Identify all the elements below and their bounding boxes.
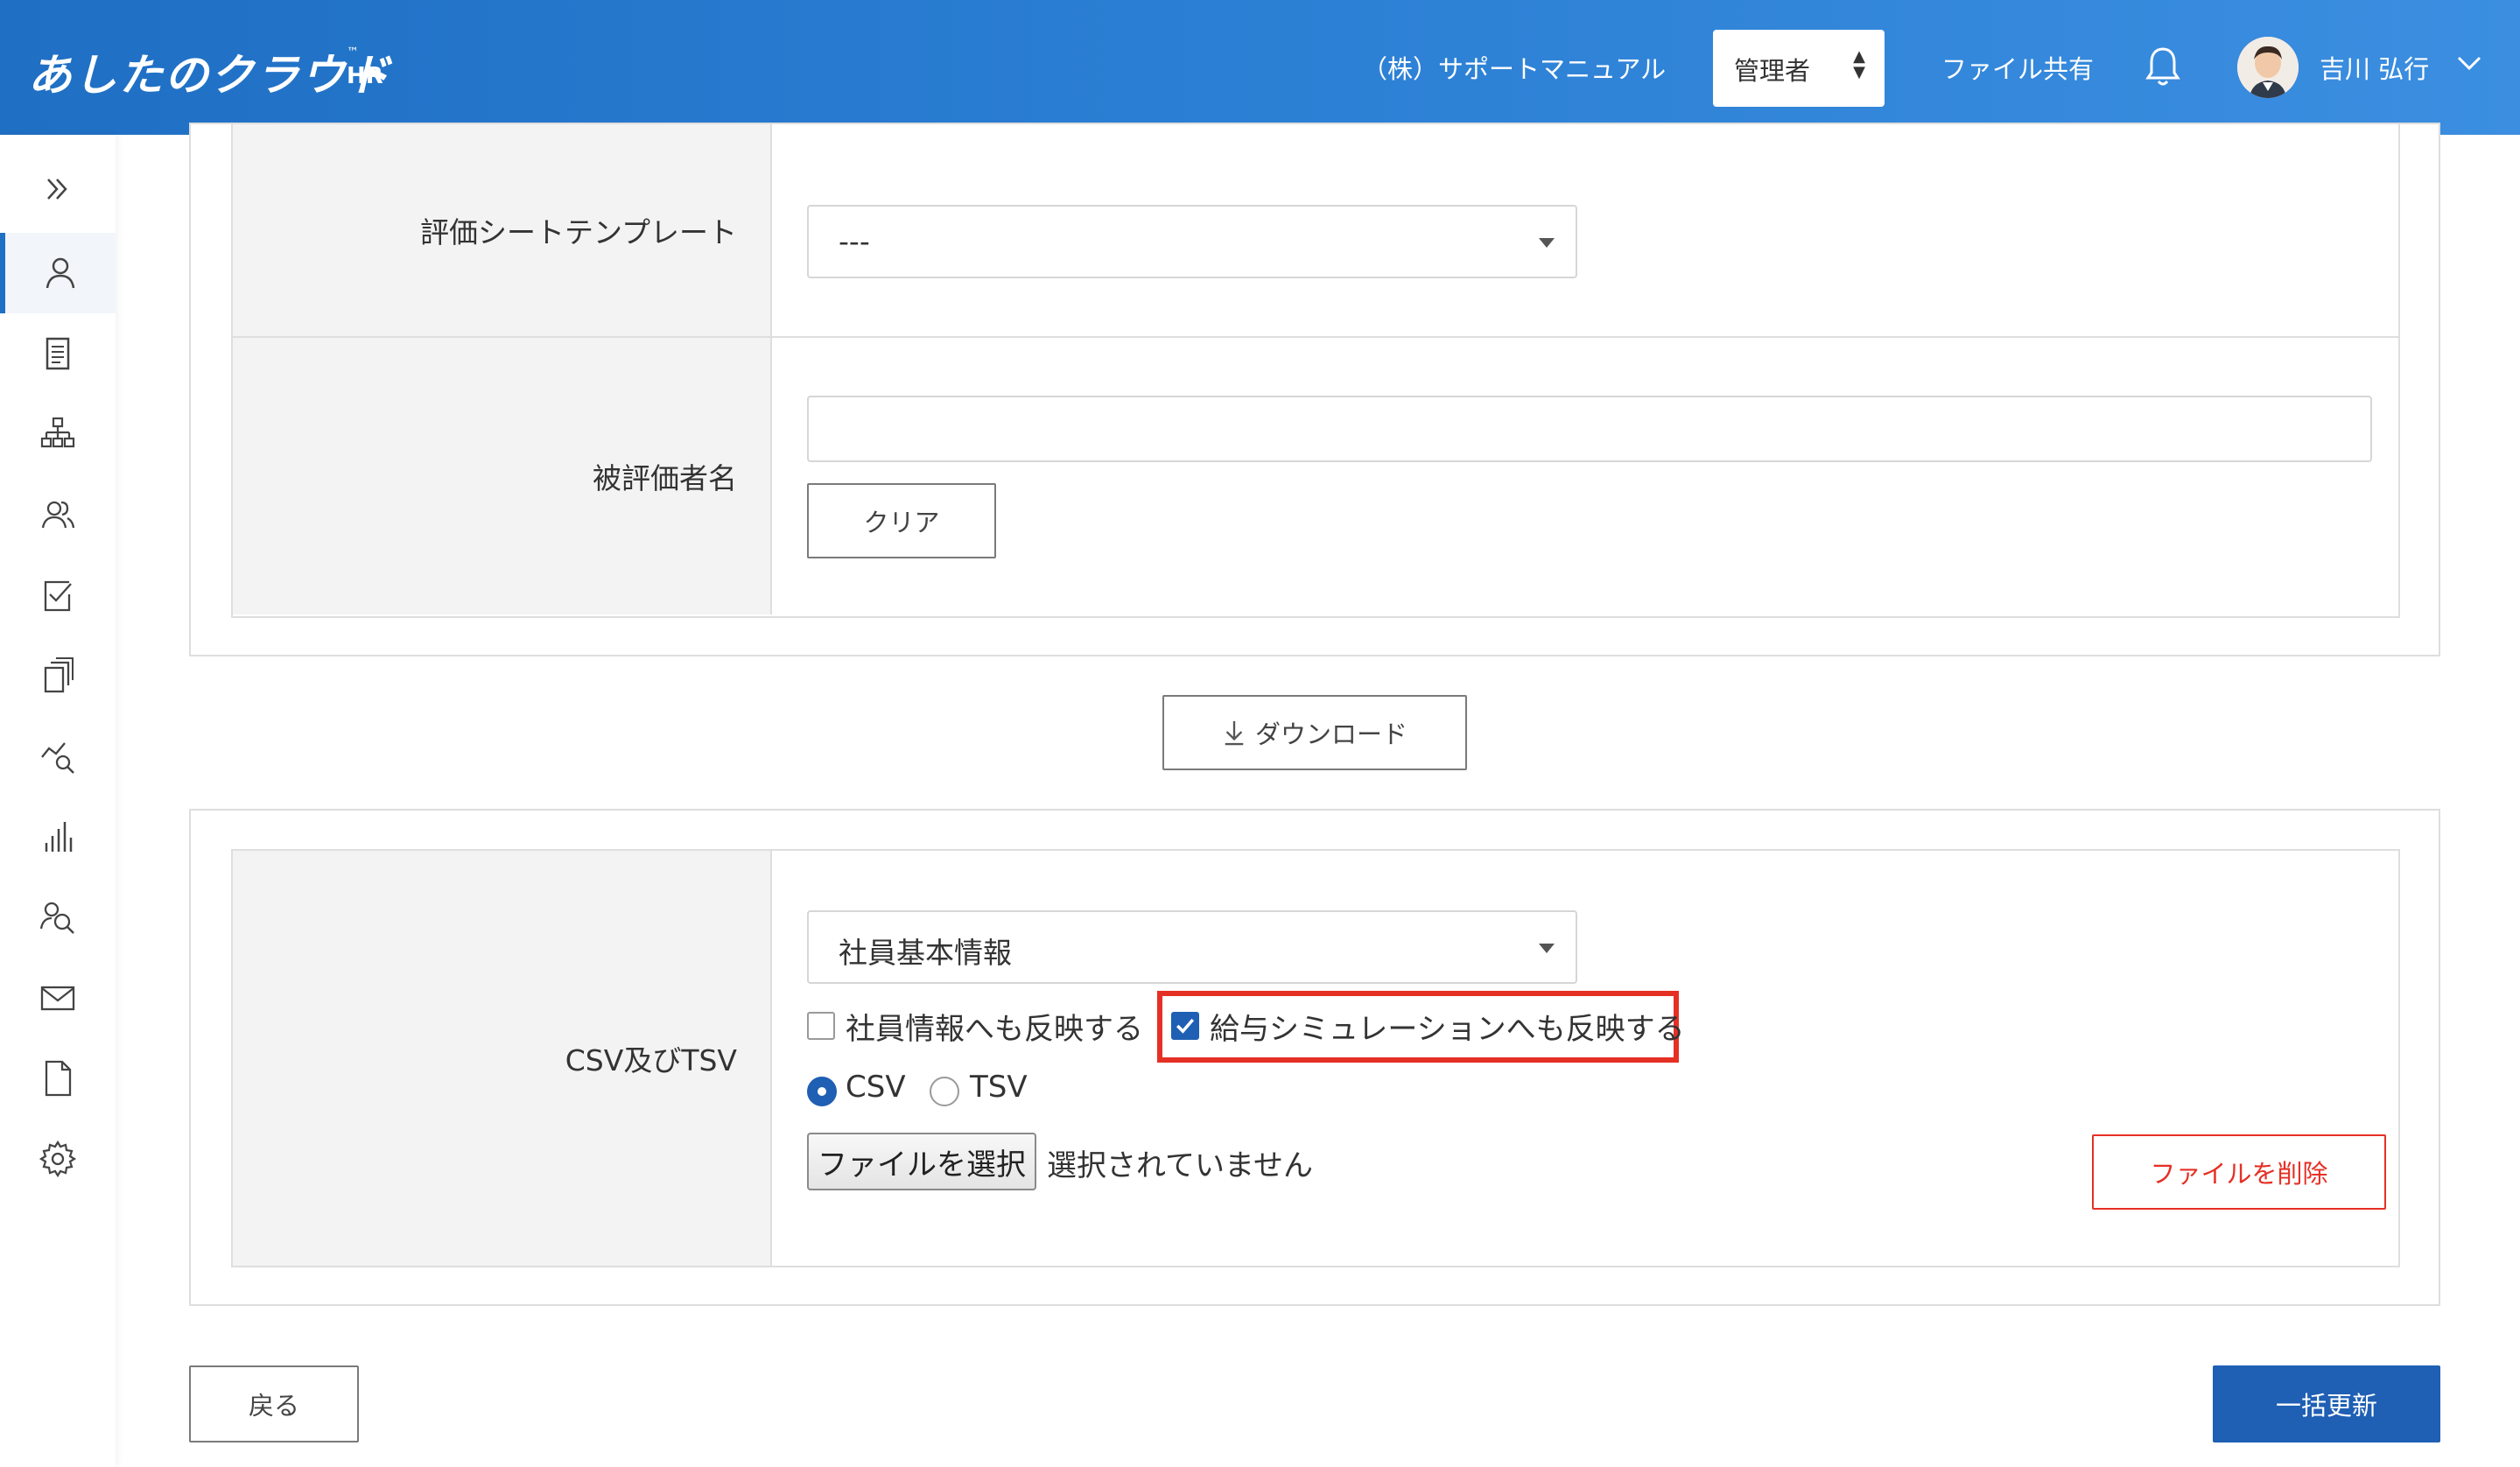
data-type-select-value: 社員基本情報	[839, 936, 1012, 970]
bell-icon[interactable]	[2144, 46, 2181, 89]
logo-suffix: HR	[347, 63, 383, 89]
template-row: 評価シートテンプレート ---	[233, 124, 2398, 336]
choose-file-button[interactable]: ファイルを選択	[807, 1133, 1036, 1190]
sidebar	[0, 135, 116, 1467]
updown-arrows-icon: ▲ ▼	[1853, 47, 1865, 81]
user-icon	[46, 257, 75, 289]
role-select[interactable]: 管理者 ▲ ▼	[1713, 30, 1885, 107]
file-icon	[45, 1060, 72, 1097]
template-select-value: ---	[839, 224, 870, 258]
document-icon	[46, 337, 70, 370]
data-type-select[interactable]: 社員基本情報	[807, 910, 1577, 984]
app-logo[interactable]: あしたのクラウド	[28, 40, 392, 103]
org-chart-icon	[40, 417, 75, 448]
evaluatee-row: 被評価者名 クリア	[233, 336, 2398, 614]
caret-down-icon	[1539, 238, 1555, 248]
analytics-search-icon	[41, 742, 74, 774]
sidebar-item-users[interactable]	[0, 474, 116, 555]
app-header: あしたのクラウド ™ HR （株）サポートマニュアル 管理者 ▲ ▼ ファイル共有…	[0, 0, 2520, 135]
delete-file-button[interactable]: ファイルを削除	[2092, 1134, 2386, 1210]
copy-icon	[44, 657, 74, 693]
sidebar-item-copy[interactable]	[0, 635, 116, 716]
bar-chart-icon	[45, 822, 73, 852]
user-name[interactable]: 吉川 弘行	[2320, 49, 2429, 86]
evaluatee-input[interactable]	[807, 396, 2372, 462]
csv-label: CSV及びTSV	[233, 851, 772, 1266]
sidebar-item-files[interactable]	[0, 1038, 116, 1119]
reflect-employee-label[interactable]: 社員情報へも反映する	[846, 1005, 1143, 1048]
sidebar-item-analysis[interactable]	[0, 716, 116, 797]
evaluatee-label: 被評価者名	[233, 338, 772, 614]
users-icon	[41, 501, 75, 529]
sidebar-item-employee[interactable]	[0, 233, 116, 313]
template-label: 評価シートテンプレート	[233, 124, 772, 336]
download-button[interactable]: ダウンロード	[1162, 695, 1467, 770]
csv-row: CSV及びTSV 社員基本情報 社員情報へも反映する 給与シミュレーションへも反…	[233, 851, 2398, 1266]
reflect-salary-checkbox[interactable]	[1171, 1012, 1199, 1040]
sidebar-expand-button[interactable]	[0, 149, 116, 229]
sidebar-item-reports[interactable]	[0, 797, 116, 877]
caret-down-icon	[1539, 944, 1555, 953]
mail-icon	[40, 986, 75, 1011]
gear-icon	[39, 1140, 77, 1178]
role-select-value: 管理者	[1734, 56, 1811, 86]
company-name[interactable]: （株）サポートマニュアル	[1362, 49, 1666, 86]
reflect-salary-label[interactable]: 給与シミュレーションへも反映する	[1210, 1005, 1685, 1048]
person-search-icon	[39, 902, 74, 934]
checklist-icon	[44, 580, 72, 612]
format-radio-tsv[interactable]	[930, 1077, 959, 1106]
chevron-down-icon[interactable]	[2456, 54, 2482, 72]
sidebar-item-evaluation[interactable]	[0, 555, 116, 635]
file-share-link[interactable]: ファイル共有	[1941, 49, 2094, 86]
bulk-update-button[interactable]: 一括更新	[2213, 1365, 2440, 1442]
format-radio-csv[interactable]	[807, 1077, 837, 1106]
upload-form-table: CSV及びTSV 社員基本情報 社員情報へも反映する 給与シミュレーションへも反…	[231, 849, 2400, 1267]
download-button-label: ダウンロード	[1254, 719, 1407, 749]
sidebar-item-settings[interactable]	[0, 1119, 116, 1199]
reflect-employee-checkbox[interactable]	[807, 1012, 835, 1040]
upload-panel: CSV及びTSV 社員基本情報 社員情報へも反映する 給与シミュレーションへも反…	[189, 809, 2440, 1306]
avatar[interactable]	[2237, 37, 2299, 98]
logo-trademark: ™	[347, 46, 359, 60]
sidebar-item-document[interactable]	[0, 313, 116, 394]
clear-button[interactable]: クリア	[807, 483, 996, 558]
double-chevron-right-icon	[47, 179, 67, 200]
download-icon	[1225, 720, 1244, 746]
no-file-text: 選択されていません	[1047, 1148, 1313, 1183]
template-select[interactable]: ---	[807, 205, 1577, 278]
checkmark-icon	[1176, 1018, 1195, 1034]
search-form-table: 評価シートテンプレート --- 被評価者名 クリア	[231, 124, 2400, 618]
search-panel: 評価シートテンプレート --- 被評価者名 クリア	[189, 123, 2440, 656]
format-radio-csv-label[interactable]: CSV	[846, 1070, 906, 1105]
back-button[interactable]: 戻る	[189, 1365, 359, 1442]
sidebar-item-person-search[interactable]	[0, 877, 116, 958]
format-radio-tsv-label[interactable]: TSV	[970, 1070, 1028, 1105]
sidebar-item-organization[interactable]	[0, 394, 116, 474]
sidebar-item-mail[interactable]	[0, 958, 116, 1038]
